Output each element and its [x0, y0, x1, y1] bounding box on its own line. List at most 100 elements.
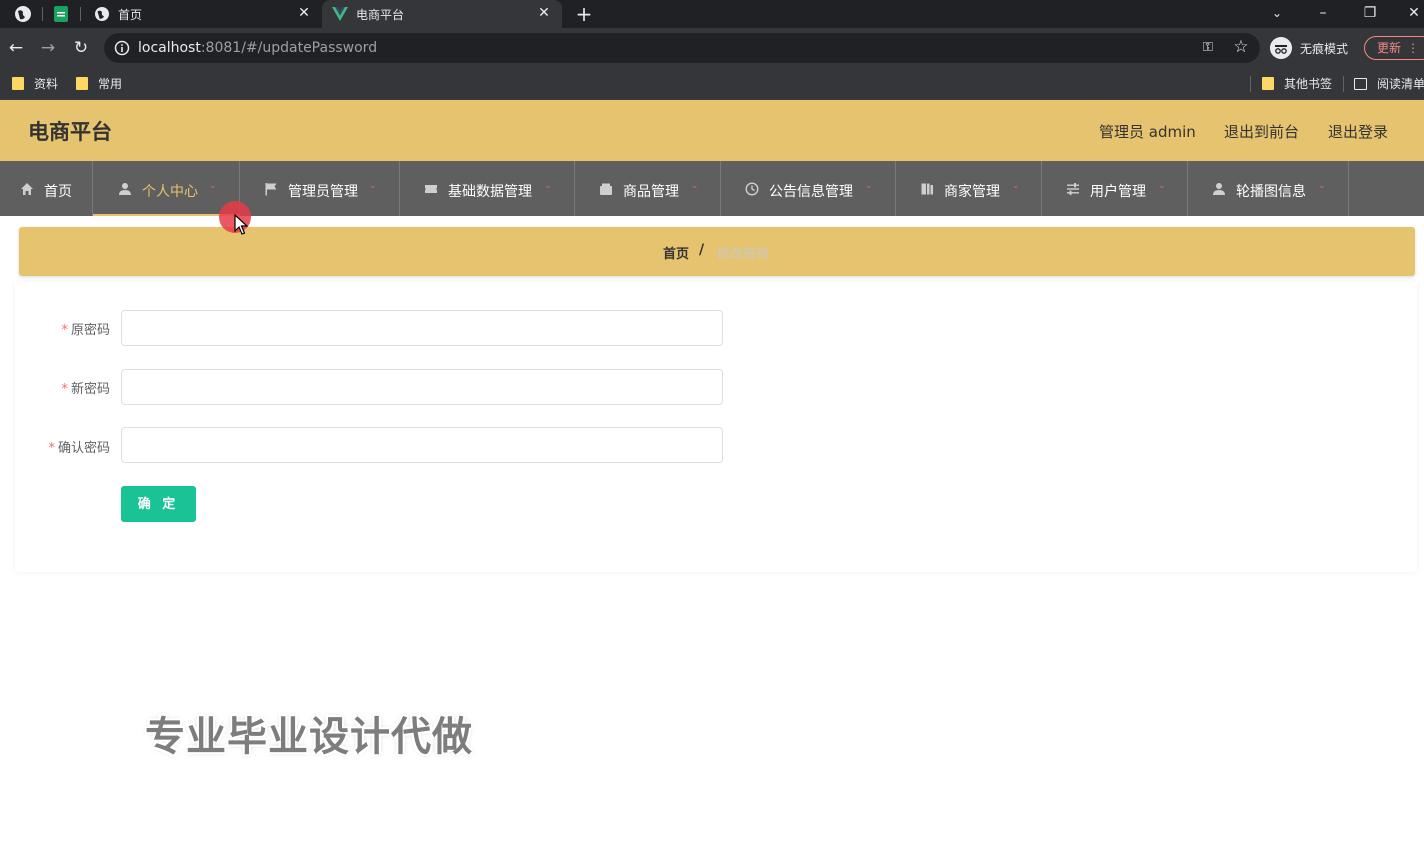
main-nav: 首页 个人中心 ⌄ 管理员管理 ⌄ 基础数据管理 ⌄ 商品管理 ⌄ 公告信息管理…	[0, 161, 1424, 216]
brand-title: 电商平台	[28, 120, 112, 144]
more-vert-icon[interactable]: ⋮	[1407, 37, 1419, 59]
breadcrumb-home[interactable]: 首页	[663, 243, 689, 262]
back-to-frontend-link[interactable]: 退出到前台	[1224, 121, 1299, 142]
key-icon[interactable]: ⚿	[1200, 40, 1216, 56]
url-text[interactable]: localhost:8081/#/updatePassword	[138, 40, 377, 56]
bookmarks-bar: 资料 常用 其他书签 阅读清单	[0, 68, 1424, 100]
chevron-down-icon: ⌄	[691, 181, 699, 191]
reload-icon[interactable]: ↻	[71, 38, 91, 58]
tab-search-chevron-icon[interactable]: ⌄	[1263, 2, 1291, 24]
required-asterisk: *	[48, 441, 55, 456]
new-password-label: * 新密码	[61, 382, 110, 397]
incognito-label: 无痕模式	[1300, 42, 1349, 56]
new-password-field[interactable]	[121, 369, 723, 405]
bookmark-folder[interactable]: 常用	[76, 75, 122, 93]
nav-item-home[interactable]: 首页	[0, 161, 93, 216]
wallet-icon	[600, 183, 612, 195]
nav-item-product-management[interactable]: 商品管理 ⌄	[575, 161, 721, 216]
chevron-down-icon: ⌄	[544, 181, 552, 191]
address-bar[interactable]: localhost:8081/#/updatePassword ⚿ ☆	[104, 33, 1260, 63]
chevron-down-icon: ⌄	[1318, 181, 1326, 191]
required-asterisk: *	[61, 382, 68, 397]
minimize-icon[interactable]: –	[1309, 2, 1337, 24]
nav-label: 商家管理	[944, 184, 1000, 200]
nav-label: 个人中心	[142, 184, 198, 200]
nav-label: 商品管理	[623, 184, 679, 200]
confirm-password-field[interactable]	[121, 427, 723, 463]
tab-title: 电商平台	[356, 8, 405, 22]
chevron-down-icon: ⌄	[209, 181, 217, 191]
update-button[interactable]: 更新 ⋮	[1364, 36, 1424, 60]
old-password-field[interactable]	[121, 310, 723, 346]
chevron-down-icon: ⌄	[865, 181, 873, 191]
user-icon	[119, 183, 131, 195]
watermark-text: 专业毕业设计代做	[145, 714, 473, 760]
browser-toolbar: ← → ↻ localhost:8081/#/updatePassword ⚿ …	[0, 28, 1424, 68]
reading-list-icon	[1354, 78, 1367, 90]
person-icon	[1213, 183, 1225, 195]
restore-icon[interactable]: ❐	[1356, 2, 1384, 24]
new-tab-plus-icon[interactable]: +	[574, 4, 594, 24]
bookmark-star-icon[interactable]: ☆	[1232, 38, 1250, 56]
browser-tabstrip: 首页 ✕ 电商平台 ✕ + ⌄ – ❐ ✕	[0, 0, 1424, 28]
chevron-down-icon: ⌄	[1158, 181, 1166, 191]
current-user-label: 管理员 admin	[1099, 123, 1196, 141]
update-label: 更新	[1377, 41, 1402, 55]
browser-tab-ecommerce[interactable]: 电商平台 ✕	[322, 0, 562, 28]
nav-item-base-data-management[interactable]: 基础数据管理 ⌄	[400, 161, 575, 216]
nav-label: 公告信息管理	[769, 184, 853, 200]
forward-arrow-icon[interactable]: →	[38, 38, 58, 58]
chevron-down-icon: ⌄	[1012, 181, 1020, 191]
breadcrumb-separator: /	[699, 242, 705, 258]
old-password-label: * 原密码	[61, 323, 110, 338]
sheet-favicon-icon[interactable]	[52, 5, 70, 23]
back-arrow-icon[interactable]: ←	[6, 38, 26, 58]
nav-label: 用户管理	[1090, 184, 1146, 200]
nav-item-user-management[interactable]: 用户管理 ⌄	[1042, 161, 1188, 216]
required-asterisk: *	[61, 323, 68, 338]
nav-item-notice-management[interactable]: 公告信息管理 ⌄	[721, 161, 896, 216]
nav-label: 管理员管理	[288, 184, 358, 200]
book-icon	[921, 183, 933, 195]
vue-logo-icon	[332, 7, 348, 21]
reading-list[interactable]: 阅读清单	[1354, 75, 1424, 93]
nav-item-admin-management[interactable]: 管理员管理 ⌄	[240, 161, 400, 216]
clock-icon	[745, 182, 759, 196]
nav-item-merchant-management[interactable]: 商家管理 ⌄	[896, 161, 1042, 216]
mouse-cursor-icon	[234, 214, 248, 235]
tab-title: 首页	[118, 8, 143, 22]
browser-tab-home[interactable]: 首页 ✕	[84, 0, 322, 28]
close-tab-icon[interactable]: ✕	[296, 5, 312, 21]
home-icon	[21, 183, 33, 195]
nav-label: 轮播图信息	[1236, 184, 1306, 200]
tab-divider	[80, 7, 81, 21]
info-icon[interactable]	[114, 40, 130, 56]
bookmark-divider	[1343, 76, 1344, 92]
chevron-down-icon: ⌄	[369, 181, 377, 191]
other-bookmarks[interactable]: 其他书签	[1262, 75, 1332, 93]
bookmark-label: 资料	[34, 77, 59, 91]
tab-divider	[42, 7, 43, 21]
ticket-icon	[425, 185, 437, 193]
other-bookmarks-label: 其他书签	[1284, 77, 1333, 91]
close-tab-icon[interactable]: ✕	[536, 5, 552, 21]
folder-icon	[76, 77, 88, 90]
folder-icon	[1262, 77, 1274, 90]
incognito-icon	[1270, 37, 1292, 59]
nav-item-personal-center[interactable]: 个人中心 ⌄	[93, 161, 240, 216]
confirm-button[interactable]: 确 定	[121, 486, 196, 522]
nav-label: 首页	[44, 184, 72, 200]
nav-label: 基础数据管理	[448, 184, 532, 200]
confirm-password-label: * 确认密码	[48, 441, 110, 456]
bookmark-label: 常用	[98, 77, 123, 91]
bookmark-folder[interactable]: 资料	[12, 75, 58, 93]
globe-icon	[95, 7, 109, 21]
bookmark-divider	[1250, 76, 1251, 92]
globe-icon[interactable]	[14, 5, 32, 23]
app-header: 电商平台 管理员 admin 退出到前台 退出登录	[0, 100, 1424, 161]
nav-item-carousel-info[interactable]: 轮播图信息 ⌄	[1188, 161, 1349, 216]
flag-icon	[265, 183, 277, 196]
close-window-icon[interactable]: ✕	[1400, 2, 1424, 24]
logout-link[interactable]: 退出登录	[1328, 121, 1388, 142]
sliders-icon	[1067, 183, 1079, 195]
